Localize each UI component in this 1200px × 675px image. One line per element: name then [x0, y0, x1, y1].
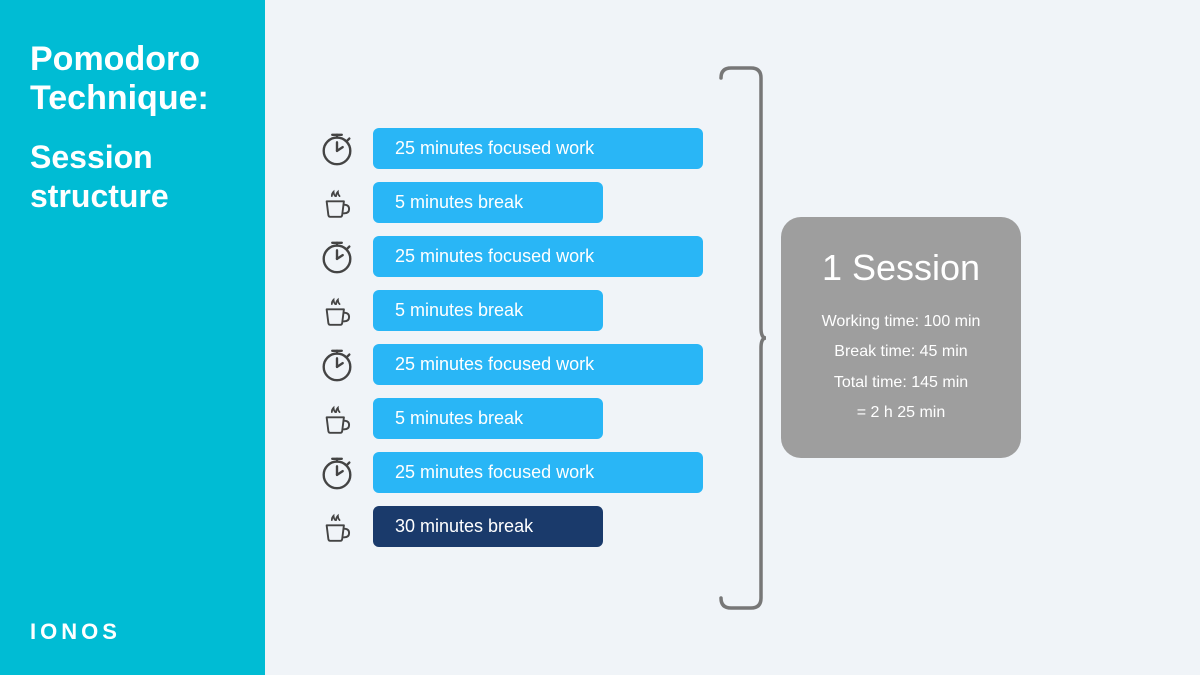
step-row: 25 minutes focused work: [315, 451, 703, 495]
session-box: 1 Session Working time: 100 min Break ti…: [781, 217, 1021, 459]
steps-list: 25 minutes focused work 5 minutes break …: [315, 127, 703, 549]
session-equivalent: = 2 h 25 min: [816, 398, 986, 428]
step-row: 25 minutes focused work: [315, 127, 703, 171]
session-title: 1 Session: [816, 247, 986, 289]
sidebar: Pomodoro Technique: Session structure IO…: [0, 0, 265, 675]
step-label: 5 minutes break: [373, 182, 603, 223]
session-details: Working time: 100 min Break time: 45 min…: [816, 307, 986, 429]
step-label: 5 minutes break: [373, 290, 603, 331]
step-label: 25 minutes focused work: [373, 236, 703, 277]
step-row: 5 minutes break: [315, 181, 703, 225]
step-label: 25 minutes focused work: [373, 128, 703, 169]
step-label: 25 minutes focused work: [373, 452, 703, 493]
timer-icon: [315, 451, 359, 495]
coffee-icon: [315, 397, 359, 441]
session-working-time: Working time: 100 min: [816, 307, 986, 337]
main-content: 25 minutes focused work 5 minutes break …: [265, 0, 1200, 675]
timer-icon: [315, 127, 359, 171]
sidebar-logo: IONOS: [30, 619, 235, 645]
step-label: 30 minutes break: [373, 506, 603, 547]
coffee-icon: [315, 505, 359, 549]
step-row: 5 minutes break: [315, 289, 703, 333]
step-row: 30 minutes break: [315, 505, 703, 549]
step-row: 25 minutes focused work: [315, 235, 703, 279]
step-label: 5 minutes break: [373, 398, 603, 439]
step-label: 25 minutes focused work: [373, 344, 703, 385]
session-total-time: Total time: 145 min: [816, 368, 986, 398]
brace-connector: [711, 58, 771, 618]
sidebar-title: Pomodoro Technique:: [30, 40, 235, 118]
session-break-time: Break time: 45 min: [816, 337, 986, 367]
timer-icon: [315, 235, 359, 279]
steps-and-brace: 25 minutes focused work 5 minutes break …: [315, 58, 771, 618]
step-row: 5 minutes break: [315, 397, 703, 441]
coffee-icon: [315, 289, 359, 333]
timer-icon: [315, 343, 359, 387]
step-row: 25 minutes focused work: [315, 343, 703, 387]
coffee-icon: [315, 181, 359, 225]
sidebar-subtitle: Session structure: [30, 138, 235, 215]
